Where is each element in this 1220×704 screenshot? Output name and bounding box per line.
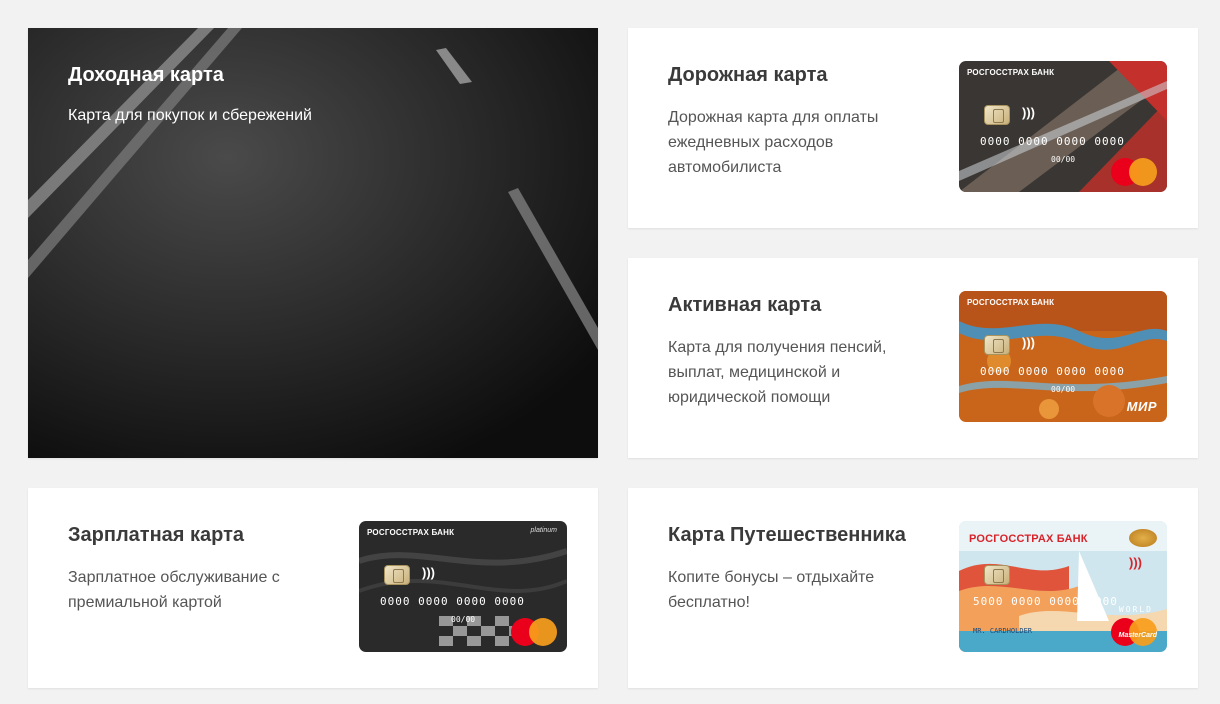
mir-logo-icon: МИР bbox=[1126, 399, 1157, 414]
chip-icon bbox=[984, 565, 1010, 585]
salary-card-title: Зарплатная карта bbox=[68, 524, 245, 546]
card-number: 0000 0000 0000 0000 bbox=[980, 135, 1125, 148]
chip-icon bbox=[384, 565, 410, 585]
travel-card-title: Карта Путешественника bbox=[668, 524, 906, 546]
contactless-icon: ))) bbox=[1129, 555, 1142, 570]
card-expiry: 00/00 bbox=[1051, 155, 1076, 164]
card-tier-label: platinum bbox=[530, 527, 557, 534]
contactless-icon: ))) bbox=[422, 565, 435, 580]
salary-card-description: Зарплатное обслуживание с премиальной ка… bbox=[68, 569, 280, 611]
mastercard-logo-icon bbox=[511, 618, 559, 646]
card-number: 0000 0000 0000 0000 bbox=[380, 595, 525, 608]
card-expiry: 00/00 bbox=[1051, 385, 1076, 394]
active-card-title: Активная карта bbox=[668, 294, 822, 316]
travel-card-description: Копите бонусы – отдыхайте бесплатно! bbox=[668, 569, 875, 611]
chip-icon bbox=[984, 335, 1010, 355]
income-card-tile[interactable]: Доходная карта Карта для покупок и сбере… bbox=[28, 28, 598, 458]
active-card-description: Карта для получения пенсий, выплат, меди… bbox=[668, 339, 887, 406]
card-number: 0000 0000 0000 0000 bbox=[980, 365, 1125, 378]
card-bank-logo: РОСГОССТРАХ БАНК bbox=[969, 533, 1088, 545]
active-card-tile[interactable]: Активная карта Карта для получения пенси… bbox=[628, 258, 1198, 458]
active-card-image: РОСГОССТРАХ БАНК ))) 0000 0000 0000 0000… bbox=[959, 291, 1167, 422]
road-card-tile[interactable]: Дорожная карта Дорожная карта для оплаты… bbox=[628, 28, 1198, 228]
card-number: 5000 0000 0000 0000 bbox=[973, 595, 1118, 608]
salary-card-image: РОСГОССТРАХ БАНК platinum ))) 0000 0000 … bbox=[359, 521, 567, 652]
salary-card-tile[interactable]: Зарплатная карта Зарплатное обслуживание… bbox=[28, 488, 598, 688]
card-bank-logo: РОСГОССТРАХ БАНК bbox=[967, 68, 1055, 77]
road-card-description: Дорожная карта для оплаты ежедневных рас… bbox=[668, 109, 879, 176]
mastercard-label: MasterCard bbox=[1118, 632, 1157, 639]
card-bank-logo: РОСГОССТРАХ БАНК bbox=[367, 528, 455, 537]
emblem-icon bbox=[1129, 529, 1157, 547]
card-expiry: 00/00 bbox=[451, 615, 476, 624]
mastercard-logo-icon bbox=[1111, 158, 1159, 186]
travel-card-tile[interactable]: Карта Путешественника Копите бонусы – от… bbox=[628, 488, 1198, 688]
road-card-image: РОСГОССТРАХ БАНК ))) 0000 0000 0000 0000… bbox=[959, 61, 1167, 192]
income-card-title: Доходная карта bbox=[68, 64, 224, 86]
contactless-icon: ))) bbox=[1022, 105, 1035, 120]
travel-card-image: РОСГОССТРАХ БАНК ))) 5000 0000 0000 0000… bbox=[959, 521, 1167, 652]
card-bank-logo: РОСГОССТРАХ БАНК bbox=[967, 298, 1055, 307]
road-background-image bbox=[28, 28, 598, 458]
road-card-title: Дорожная карта bbox=[668, 64, 828, 86]
income-card-description: Карта для покупок и сбережений bbox=[68, 107, 312, 124]
card-holder-name: MR. CARDHOLDER bbox=[973, 627, 1033, 635]
contactless-icon: ))) bbox=[1022, 335, 1035, 350]
chip-icon bbox=[984, 105, 1010, 125]
card-world-label: WORLD bbox=[1118, 605, 1153, 614]
